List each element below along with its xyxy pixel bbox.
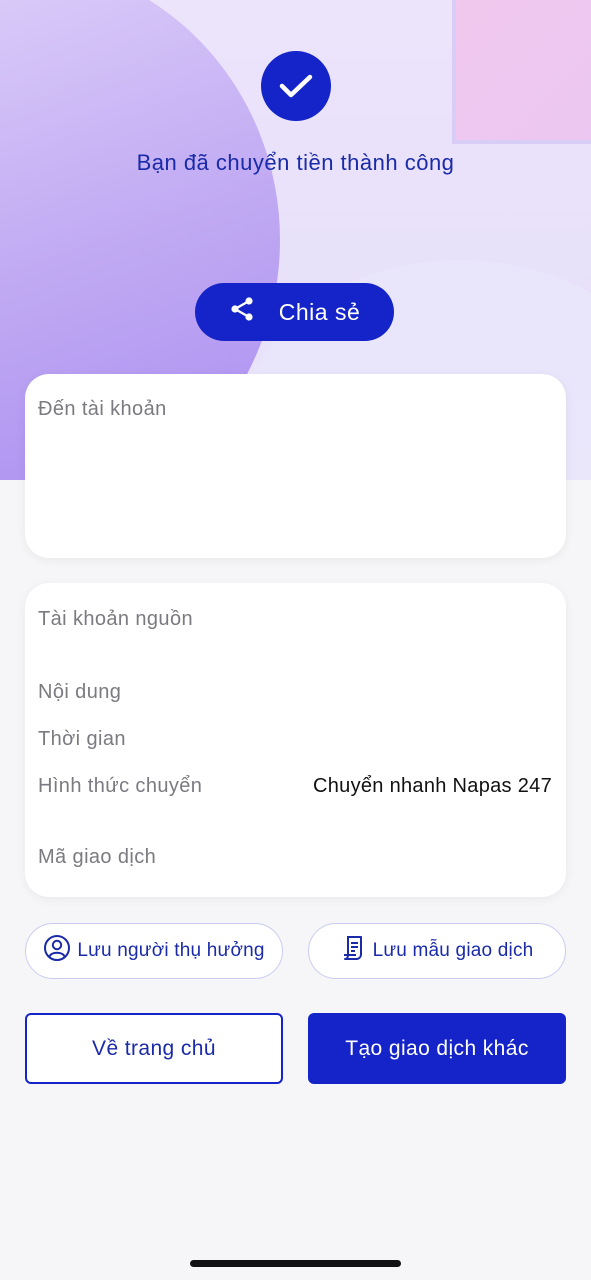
user-circle-icon: [43, 934, 71, 968]
to-account-label: Đến tài khoản: [38, 398, 167, 420]
details-card: Tài khoản nguồn Nội dung Thời gian Hình …: [25, 583, 566, 897]
transfer-method-label: Hình thức chuyển: [38, 775, 203, 797]
save-beneficiary-label: Lưu người thụ hưởng: [77, 940, 265, 961]
save-template-button[interactable]: Lưu mẫu giao dịch: [308, 923, 566, 979]
new-transaction-button[interactable]: Tạo giao dịch khác: [308, 1013, 566, 1084]
check-icon: [261, 51, 331, 121]
content-label: Nội dung: [38, 681, 122, 703]
transaction-id-label: Mã giao dịch: [38, 846, 157, 868]
home-indicator[interactable]: [190, 1260, 401, 1267]
recipient-card: Đến tài khoản: [25, 374, 566, 558]
home-button[interactable]: Về trang chủ: [25, 1013, 283, 1084]
receipt-icon: [341, 934, 367, 968]
save-beneficiary-button[interactable]: Lưu người thụ hưởng: [25, 923, 283, 979]
transfer-method-value: Chuyển nhanh Napas 247: [312, 775, 552, 797]
source-account-label: Tài khoản nguồn: [38, 608, 194, 630]
share-icon: [229, 296, 255, 328]
share-button-label: Chia sẻ: [278, 298, 361, 325]
time-label: Thời gian: [38, 728, 126, 750]
save-template-label: Lưu mẫu giao dịch: [372, 940, 534, 961]
share-button[interactable]: Chia sẻ: [195, 283, 394, 341]
hero-rect-decor: [456, 0, 591, 140]
success-message: Bạn đã chuyển tiền thành công: [136, 150, 455, 175]
